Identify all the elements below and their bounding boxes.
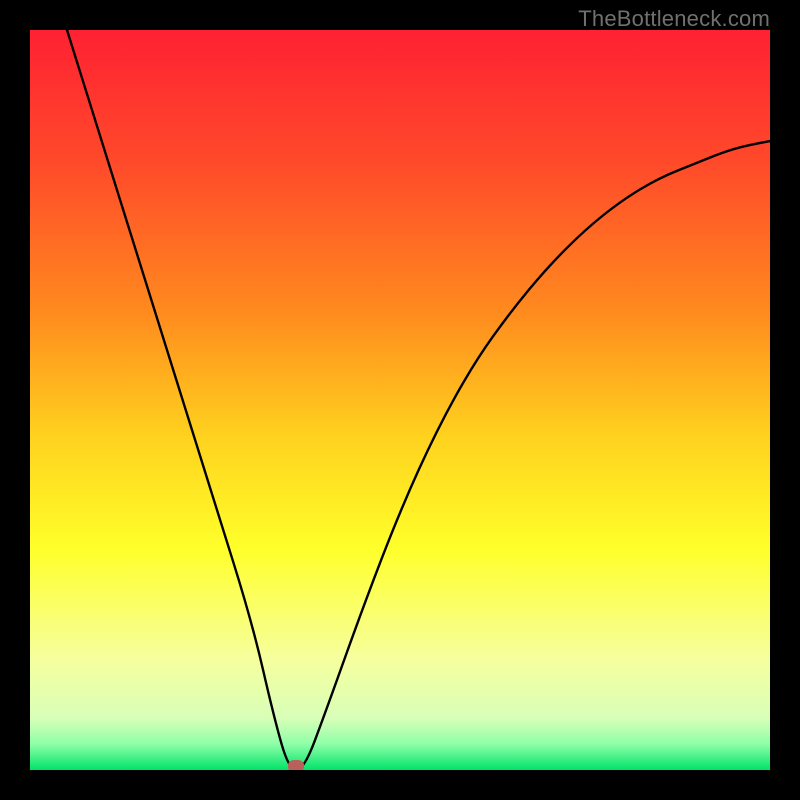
chart-svg	[30, 30, 770, 770]
gradient-background	[30, 30, 770, 770]
current-point-marker	[288, 760, 304, 770]
chart-frame: TheBottleneck.com	[0, 0, 800, 800]
plot-area	[30, 30, 770, 770]
watermark-label: TheBottleneck.com	[578, 6, 770, 32]
